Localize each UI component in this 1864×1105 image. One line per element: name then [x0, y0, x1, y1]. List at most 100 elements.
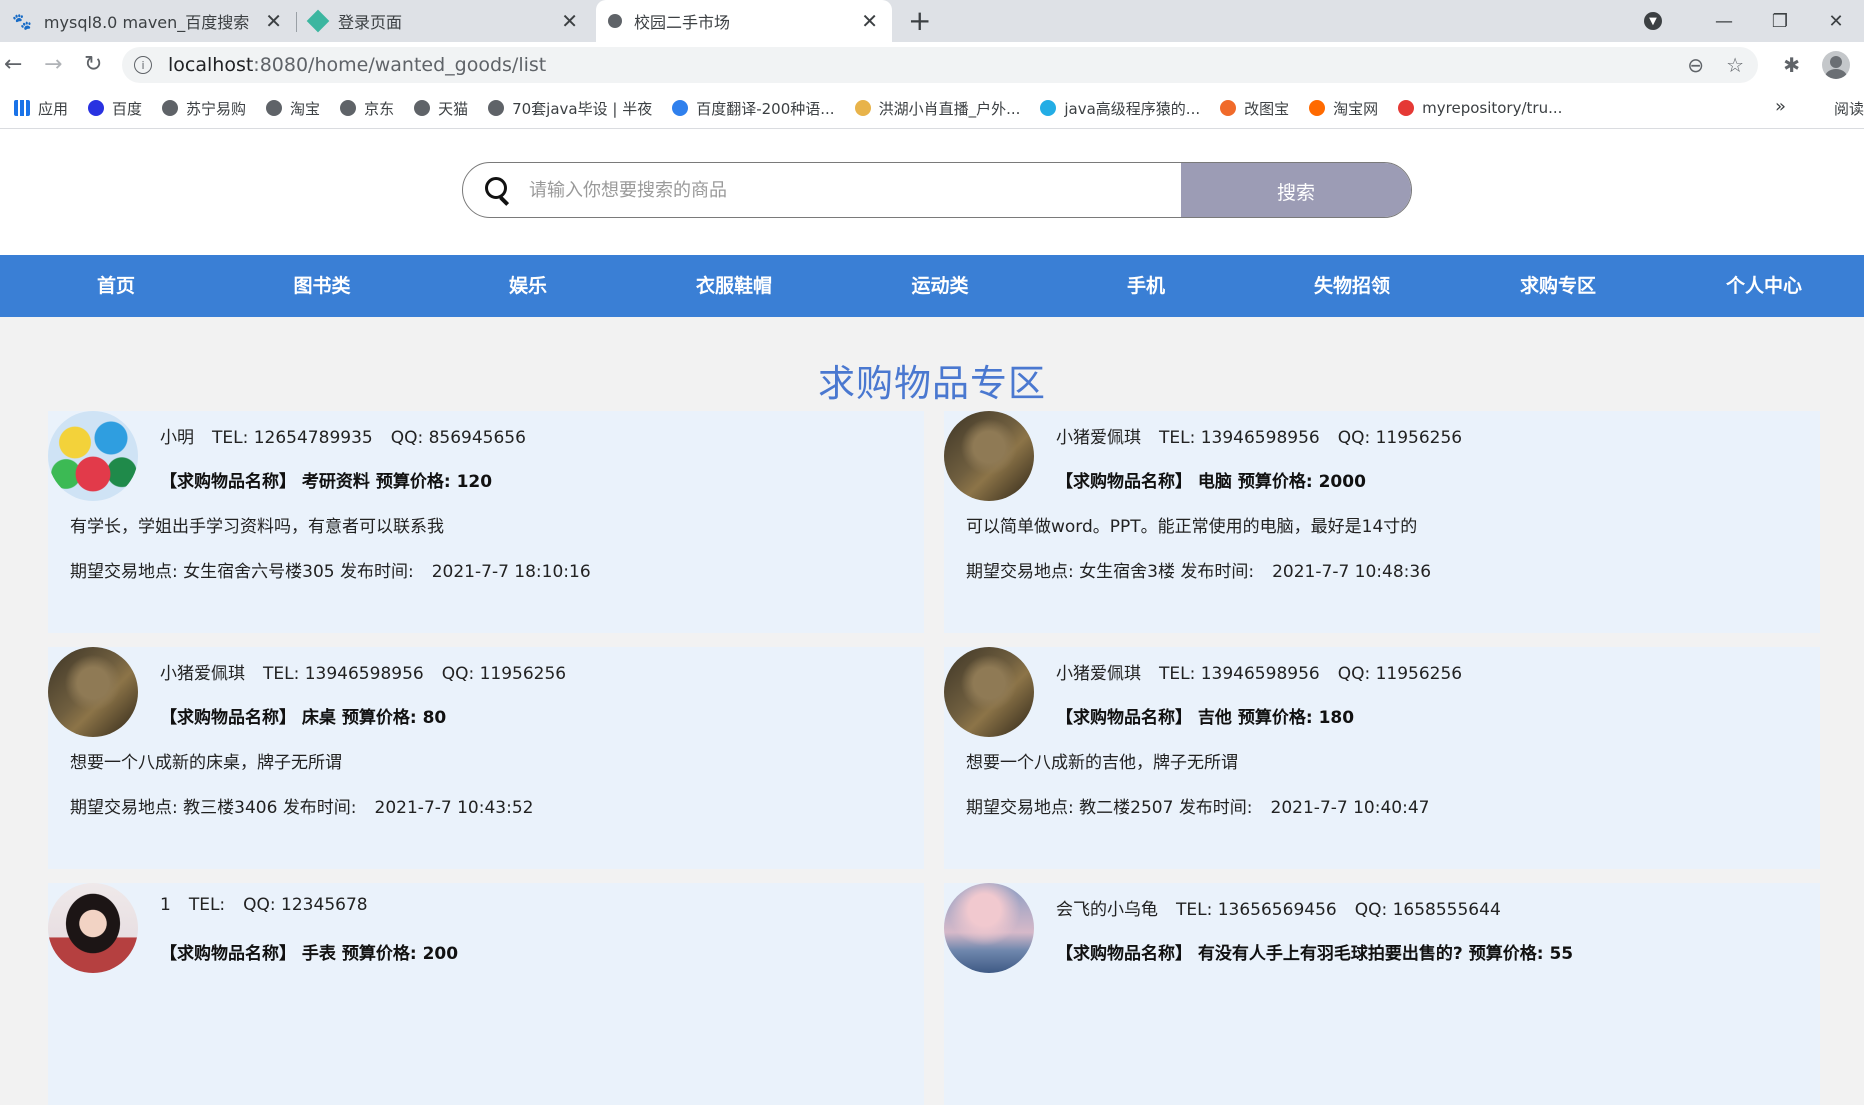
tab-divider: [296, 12, 297, 32]
tab-baidu-search[interactable]: 🐾 mysql8.0 maven_百度搜索 ✕: [0, 0, 296, 42]
wanted-post-card[interactable]: 1 TEL: QQ: 12345678 【求购物品名称】 手表 预算价格: 200: [48, 883, 924, 1105]
url-text[interactable]: localhost:8080/home/wanted_goods/list: [168, 54, 546, 76]
contact-line: 1 TEL: QQ: 12345678: [160, 895, 386, 915]
item-name: 电脑: [1197, 472, 1232, 492]
zoom-icon[interactable]: ⊖: [1687, 53, 1704, 77]
time-label: 发布时间:: [282, 798, 357, 818]
nav-lost-found[interactable]: 失物招领: [1314, 255, 1390, 317]
place-value: 教三楼3406: [183, 798, 278, 818]
extensions-puzzle-icon[interactable]: ✱: [1783, 53, 1800, 77]
bookmark-label: java高级程序猿的...: [1064, 99, 1201, 118]
wanted-post-card[interactable]: 小猪爱佩琪 TEL: 13946598956 QQ: 11956256 【求购物品名称…: [944, 411, 1820, 633]
description: 想要一个八成新的吉他，牌子无所谓: [966, 753, 1238, 773]
contact-line: 小猪爱佩琪 TEL: 13946598956 QQ: 11956256: [160, 659, 584, 684]
nav-books[interactable]: 图书类: [293, 255, 350, 317]
item-name: 有没有人手上有羽毛球拍要出售的?: [1197, 944, 1463, 964]
window-controls: ▼ — ❐ ✕: [1644, 0, 1864, 42]
tab-campus-market[interactable]: 校园二手市场 ✕: [596, 0, 892, 42]
nav-phones[interactable]: 手机: [1127, 255, 1165, 317]
url-field[interactable]: i localhost:8080/home/wanted_goods/list …: [122, 47, 1758, 83]
contact-line: 会飞的小乌龟 TEL: 13656569456 QQ: 1658555644: [1056, 895, 1519, 920]
wanted-post-card[interactable]: 小猪爱佩琪 TEL: 13946598956 QQ: 11956256 【求购物品名称…: [944, 647, 1820, 869]
item-name-label: 【求购物品名称】: [160, 708, 296, 728]
close-icon[interactable]: ✕: [265, 9, 282, 33]
profile-avatar-icon[interactable]: [1822, 51, 1850, 79]
time-value: 2021-7-7 18:10:16: [431, 562, 591, 582]
info-icon[interactable]: i: [134, 56, 152, 74]
bookmark-favicon-icon: [340, 100, 357, 116]
close-icon[interactable]: ✕: [561, 9, 578, 33]
wanted-post-card[interactable]: 小明 TEL: 12654789935 QQ: 856945656 【求购物品名称】 …: [48, 411, 924, 633]
bookmark-item[interactable]: 改图宝: [1220, 98, 1289, 119]
globe-icon: [608, 14, 622, 28]
item-name: 吉他: [1197, 708, 1232, 728]
bookmark-item[interactable]: 70套java毕设 | 半夜: [488, 98, 652, 119]
place-value: 女生宿舍3楼: [1079, 562, 1175, 582]
forward-arrow-icon[interactable]: →: [44, 52, 62, 77]
phone-number: TEL: 13946598956: [263, 664, 424, 684]
search-form: 搜索: [462, 162, 1412, 218]
bookmark-item[interactable]: 淘宝网: [1309, 98, 1378, 119]
tab-search-icon[interactable]: ▼: [1644, 12, 1662, 30]
bookmark-item[interactable]: 百度翻译-200种语...: [672, 98, 835, 119]
minimize-icon[interactable]: —: [1696, 11, 1752, 32]
bookmark-item[interactable]: 天猫: [414, 98, 468, 119]
budget-value: 2000: [1318, 472, 1366, 492]
restore-icon[interactable]: ❐: [1752, 11, 1808, 32]
reload-icon[interactable]: ↻: [84, 52, 102, 77]
user-name: 小猪爱佩琪: [160, 664, 245, 684]
bookmark-favicon-icon: [1040, 100, 1057, 116]
bookmark-item[interactable]: 京东: [340, 98, 394, 119]
nav-wanted[interactable]: 求购专区: [1520, 255, 1596, 317]
tab-login-page[interactable]: 登录页面 ✕: [298, 0, 592, 42]
close-icon[interactable]: ✕: [861, 9, 878, 33]
nav-user-center[interactable]: 个人中心: [1726, 255, 1802, 317]
bookmark-label: 淘宝: [290, 99, 321, 118]
item-name: 考研资料: [301, 472, 370, 492]
back-arrow-icon[interactable]: ←: [4, 52, 22, 77]
user-name: 会飞的小乌龟: [1056, 900, 1158, 920]
time-label: 发布时间:: [1180, 562, 1255, 582]
bookmark-item[interactable]: myrepository/tru...: [1398, 99, 1562, 117]
qq-number: QQ: 12345678: [243, 895, 368, 915]
tab-title: mysql8.0 maven_百度搜索: [43, 13, 250, 32]
time-value: 2021-7-7 10:40:47: [1270, 798, 1430, 818]
budget-label: 预算价格:: [1237, 472, 1313, 492]
nav-sports[interactable]: 运动类: [911, 255, 968, 317]
description: 可以简单做word。PPT。能正常使用的电脑，最好是14寸的: [966, 517, 1418, 537]
budget-label: 预算价格:: [1237, 708, 1313, 728]
search-button[interactable]: 搜索: [1181, 163, 1411, 217]
tab-title: 校园二手市场: [634, 13, 731, 32]
place-value: 女生宿舍六号楼305: [183, 562, 335, 582]
new-tab-button[interactable]: +: [908, 4, 931, 37]
bookmark-item[interactable]: 淘宝: [266, 98, 320, 119]
wanted-post-card[interactable]: 小猪爱佩琪 TEL: 13946598956 QQ: 11956256 【求购物品名称…: [48, 647, 924, 869]
address-bar: ← → ↻ i localhost:8080/home/wanted_goods…: [0, 42, 1864, 88]
budget-value: 200: [422, 944, 459, 964]
bookmark-favicon-icon: [1220, 100, 1237, 116]
bookmark-item[interactable]: 洪湖小肖直播_户外...: [854, 98, 1020, 119]
wanted-post-card[interactable]: 会飞的小乌龟 TEL: 13656569456 QQ: 1658555644 【求购物…: [944, 883, 1820, 1105]
qq-number: QQ: 11956256: [1337, 664, 1463, 684]
item-name-label: 【求购物品名称】: [160, 472, 296, 492]
reading-list-button[interactable]: 阅读: [1834, 98, 1864, 119]
close-window-icon[interactable]: ✕: [1808, 11, 1864, 32]
bookmarks-overflow-chevron-icon[interactable]: »: [1775, 96, 1786, 117]
bookmark-item[interactable]: 苏宁易购: [162, 98, 246, 119]
bookmark-label: 百度翻译-200种语...: [696, 99, 835, 118]
star-bookmark-icon[interactable]: ☆: [1726, 53, 1744, 77]
search-input[interactable]: [527, 169, 1151, 211]
bookmark-item[interactable]: 百度: [88, 98, 142, 119]
bookmark-item[interactable]: java高级程序猿的...: [1040, 98, 1200, 119]
avatar: [944, 411, 1034, 501]
phone-number: TEL: 13946598956: [1159, 428, 1320, 448]
nav-clothing[interactable]: 衣服鞋帽: [696, 255, 772, 317]
place-time-line: 期望交易地点: 教二楼2507 发布时间: 2021-7-7 10:40:47: [966, 793, 1429, 818]
item-line: 【求购物品名称】 电脑 预算价格: 2000: [1056, 467, 1366, 492]
nav-home[interactable]: 首页: [97, 255, 135, 317]
bookmark-item[interactable]: 应用: [14, 98, 68, 119]
user-name: 小明: [160, 428, 194, 448]
time-value: 2021-7-7 10:48:36: [1272, 562, 1432, 582]
nav-entertainment[interactable]: 娱乐: [509, 255, 547, 317]
bookmark-label: 百度: [112, 99, 143, 118]
